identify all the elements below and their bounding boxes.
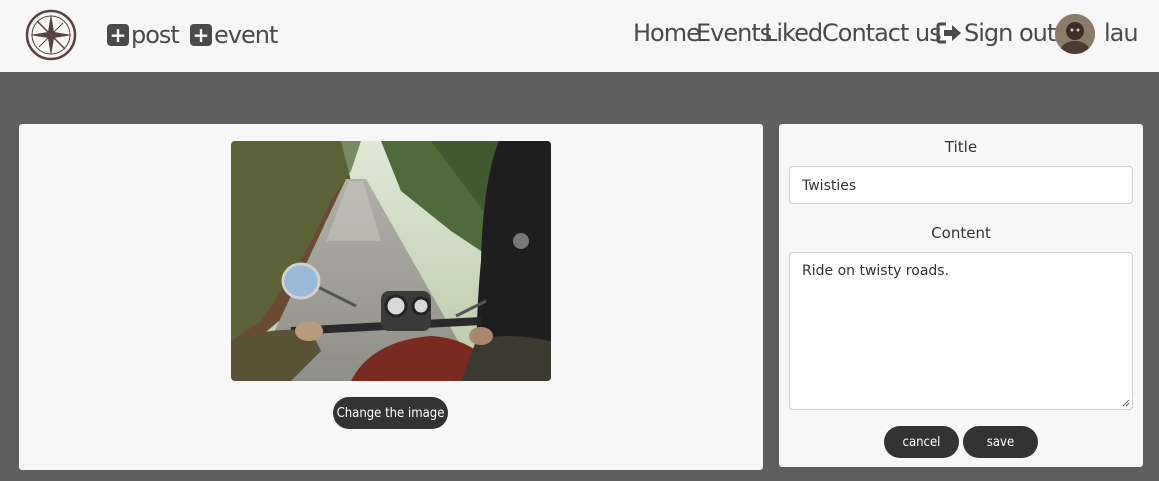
change-image-button[interactable]: Change the image bbox=[333, 397, 448, 429]
add-event-label: event bbox=[214, 21, 278, 49]
cancel-button[interactable]: cancel bbox=[884, 426, 959, 458]
content-label: Content bbox=[931, 224, 991, 242]
title-input[interactable]: Twisties bbox=[789, 166, 1133, 204]
username[interactable]: lau bbox=[1104, 16, 1139, 50]
nav-link-contact[interactable]: Contact us bbox=[822, 16, 942, 50]
sign-out-label: Sign out bbox=[964, 19, 1056, 47]
post-image bbox=[231, 141, 551, 381]
save-button[interactable]: save bbox=[963, 426, 1038, 458]
content-text: Ride on twisty roads. bbox=[802, 263, 950, 279]
add-event-button[interactable]: + event bbox=[190, 18, 278, 52]
title-label: Title bbox=[944, 138, 978, 156]
content-textarea[interactable]: Ride on twisty roads. bbox=[789, 252, 1133, 410]
image-card: Change the image bbox=[19, 124, 763, 470]
nav-link-home[interactable]: Home bbox=[633, 16, 701, 50]
plus-square-icon: + bbox=[107, 24, 129, 46]
add-post-label: post bbox=[131, 21, 180, 49]
avatar[interactable] bbox=[1055, 14, 1095, 54]
sign-out-button[interactable]: Sign out bbox=[936, 16, 1056, 50]
plus-square-icon: + bbox=[190, 24, 212, 46]
sign-out-icon bbox=[936, 22, 961, 44]
compass-logo[interactable] bbox=[25, 9, 77, 61]
navbar: + post + event Home Events Liked Contact… bbox=[0, 0, 1159, 72]
nav-link-liked[interactable]: Liked bbox=[764, 16, 823, 50]
nav-link-events[interactable]: Events bbox=[696, 16, 772, 50]
resize-grip-icon[interactable] bbox=[1122, 399, 1130, 407]
edit-form-card: Title Twisties Content Ride on twisty ro… bbox=[779, 124, 1143, 467]
add-post-button[interactable]: + post bbox=[107, 18, 180, 52]
